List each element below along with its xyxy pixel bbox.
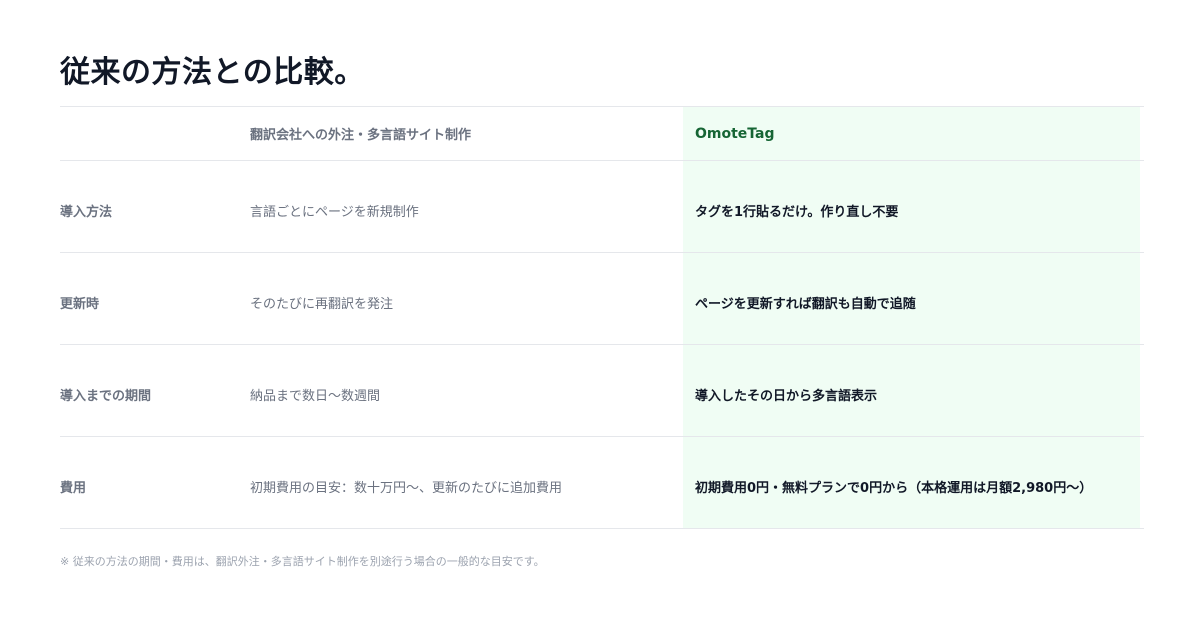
row-label: 導入方法 (60, 205, 113, 220)
row-label: 費用 (60, 481, 87, 496)
old-method-value: 納品まで数日〜数週間 (250, 389, 381, 404)
omotetag-value: タグを1行貼るだけ。作り直し不要 (683, 161, 1140, 252)
page-title: 従来の方法との比較。 (60, 55, 365, 90)
table-row: 導入までの期間 納品まで数日〜数週間 導入したその日から多言語表示 (60, 345, 1144, 437)
table-row: 導入方法 言語ごとにページを新規制作 タグを1行貼るだけ。作り直し不要 (60, 161, 1144, 253)
comparison-section: 従来の方法との比較。 翻訳会社への外注・多言語サイト制作 OmoteTag 導入… (60, 48, 1144, 569)
header-old-method: 翻訳会社への外注・多言語サイト制作 (250, 128, 472, 143)
header-omotetag: OmoteTag (683, 107, 1140, 160)
footnote: ※ 従来の方法の期間・費用は、翻訳外注・多言語サイト制作を別途行う場合の一般的な… (60, 555, 545, 568)
comparison-table: 翻訳会社への外注・多言語サイト制作 OmoteTag 導入方法 言語ごとにページ… (60, 106, 1144, 529)
table-header-row: 翻訳会社への外注・多言語サイト制作 OmoteTag (60, 107, 1144, 161)
header-empty-cell (60, 107, 250, 160)
row-label: 更新時 (60, 297, 100, 312)
row-label: 導入までの期間 (60, 389, 152, 404)
table-row: 費用 初期費用の目安：数十万円〜、更新のたびに追加費用 初期費用0円・無料プラン… (60, 437, 1144, 529)
old-method-value: 言語ごとにページを新規制作 (250, 205, 419, 220)
omotetag-value: 初期費用0円・無料プランで0円から（本格運用は月額2,980円〜） (683, 437, 1140, 528)
old-method-value: そのたびに再翻訳を発注 (250, 297, 394, 312)
old-method-value: 初期費用の目安：数十万円〜、更新のたびに追加費用 (250, 481, 563, 496)
table-row: 更新時 そのたびに再翻訳を発注 ページを更新すれば翻訳も自動で追随 (60, 253, 1144, 345)
omotetag-value: 導入したその日から多言語表示 (683, 345, 1140, 436)
omotetag-value: ページを更新すれば翻訳も自動で追随 (683, 253, 1140, 344)
